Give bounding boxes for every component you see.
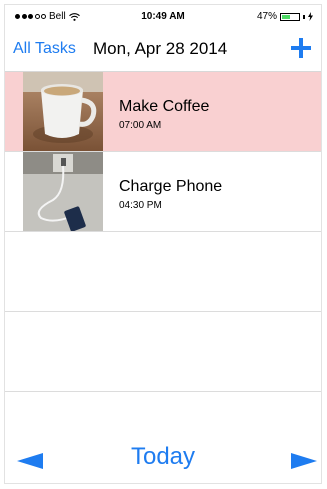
page-title: Mon, Apr 28 2014 — [93, 39, 228, 58]
bottom-toolbar: Today — [5, 439, 321, 483]
task-name: Charge Phone — [119, 178, 223, 195]
task-row-charge-phone[interactable]: Charge Phone 04:30 PM — [5, 152, 321, 232]
today-button[interactable]: Today — [5, 443, 321, 471]
empty-row — [5, 312, 321, 392]
empty-row — [5, 232, 321, 312]
phone-charger-photo — [23, 152, 103, 231]
task-time: 07:00 AM — [119, 120, 162, 131]
task-row-make-coffee[interactable]: Make Coffee 07:00 AM — [5, 72, 321, 152]
status-right: 47% — [257, 11, 313, 22]
task-time: 04:30 PM — [119, 200, 162, 211]
task-name: Make Coffee — [119, 98, 210, 115]
app-screen: Bell 10:49 AM 47% All Tasks Mon, Apr 28 … — [4, 4, 322, 484]
battery-icon — [280, 12, 300, 21]
status-bar: Bell 10:49 AM 47% — [5, 5, 321, 27]
plus-icon[interactable] — [289, 36, 313, 60]
battery-percent: 47% — [256, 11, 277, 22]
battery-tip — [303, 14, 305, 19]
all-tasks-button[interactable]: All Tasks — [13, 40, 76, 58]
charging-icon — [308, 12, 313, 21]
right-arrow-icon[interactable] — [291, 453, 317, 469]
coffee-cup-photo — [23, 72, 103, 151]
navigation-bar: All Tasks Mon, Apr 28 2014 — [5, 27, 321, 72]
task-list: Make Coffee 07:00 AM Charge Phone 04:30 … — [5, 72, 321, 392]
